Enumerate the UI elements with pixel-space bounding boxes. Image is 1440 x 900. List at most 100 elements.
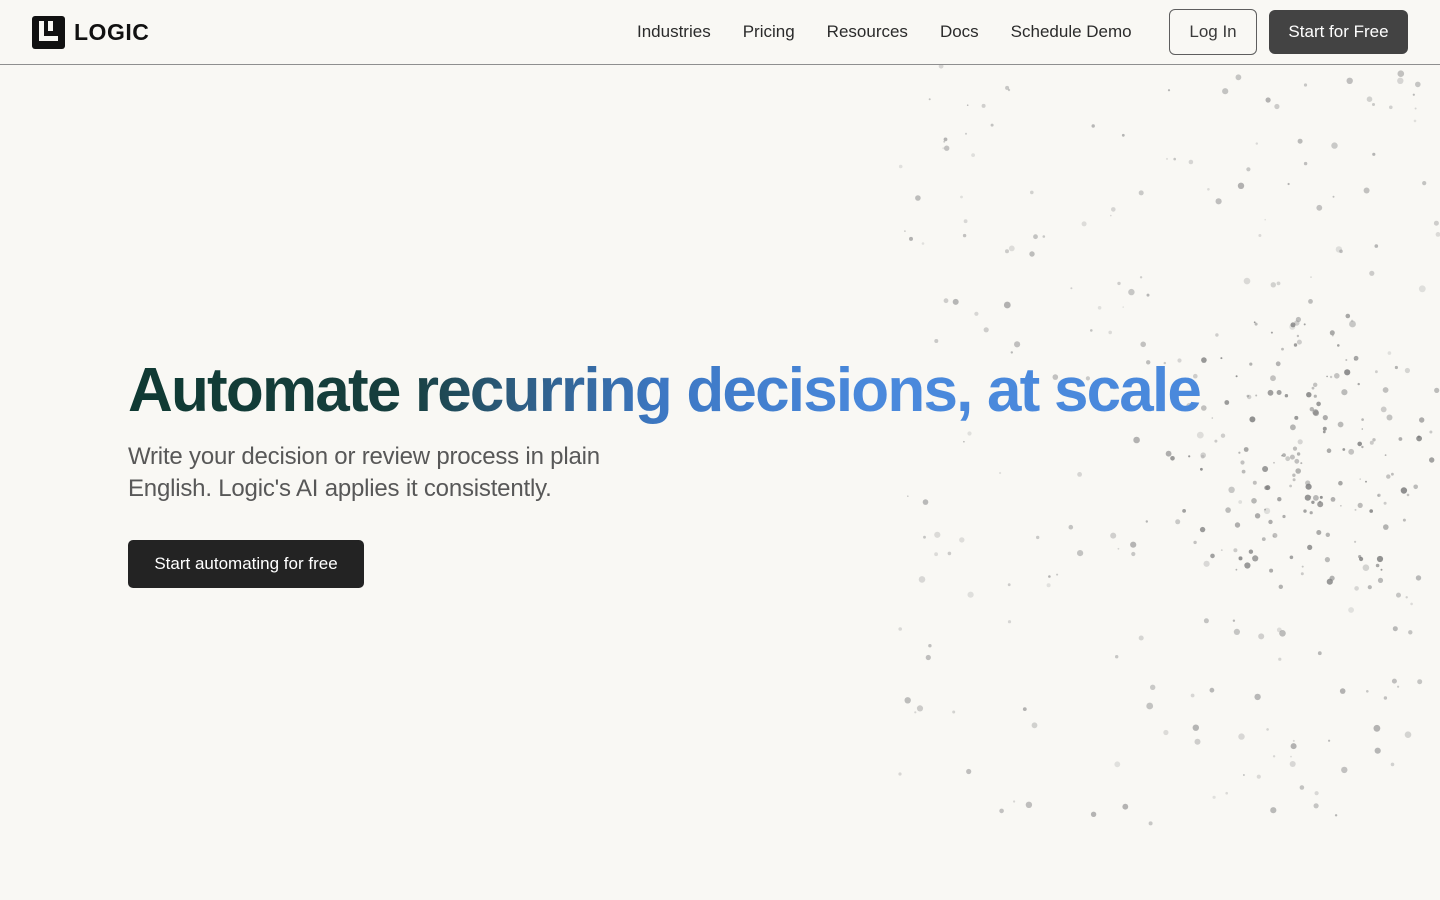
particle-dot bbox=[999, 808, 1004, 814]
particle-dot bbox=[1357, 382, 1360, 386]
particle-dot bbox=[1220, 433, 1226, 438]
particle-dot bbox=[1372, 438, 1376, 442]
start-automating-button[interactable]: Start automating for free bbox=[128, 540, 364, 588]
particle-dot bbox=[1354, 540, 1357, 543]
particle-dot bbox=[1232, 619, 1236, 622]
login-button[interactable]: Log In bbox=[1169, 9, 1257, 55]
start-for-free-button[interactable]: Start for Free bbox=[1269, 10, 1408, 54]
particle-dot bbox=[1111, 207, 1116, 212]
particle-dot bbox=[1340, 505, 1342, 507]
particle-dot bbox=[1345, 313, 1351, 319]
particle-dot bbox=[1173, 157, 1176, 161]
particle-dot bbox=[1294, 458, 1300, 464]
particle-dot bbox=[1212, 795, 1216, 799]
particle-dot bbox=[1392, 626, 1398, 632]
nav-link-pricing[interactable]: Pricing bbox=[727, 0, 811, 64]
particle-dot bbox=[1115, 655, 1119, 659]
particle-dot bbox=[1408, 630, 1413, 635]
particle-dot bbox=[1292, 473, 1296, 477]
hero-section: Automate recurring decisions, at scale W… bbox=[128, 355, 1202, 505]
particle-dot bbox=[1265, 97, 1271, 103]
particle-dot bbox=[1313, 394, 1317, 398]
particle-dot bbox=[1348, 607, 1354, 613]
particle-dot bbox=[1278, 657, 1282, 661]
particle-dot bbox=[1243, 774, 1245, 776]
nav-link-industries[interactable]: Industries bbox=[621, 0, 727, 64]
particle-dot bbox=[1299, 785, 1305, 790]
top-navigation-bar: LOGIC Industries Pricing Resources Docs … bbox=[0, 0, 1440, 65]
particle-dot bbox=[1326, 448, 1332, 454]
particle-dot bbox=[1031, 722, 1038, 729]
particle-dot bbox=[1138, 635, 1144, 641]
page: LOGIC Industries Pricing Resources Docs … bbox=[0, 0, 1440, 900]
particle-dot bbox=[1300, 572, 1304, 576]
particle-dot bbox=[1146, 293, 1150, 297]
particle-dot bbox=[1303, 509, 1307, 513]
particle-dot bbox=[1422, 181, 1427, 186]
particle-dot bbox=[1386, 474, 1391, 479]
particle-dot bbox=[1262, 466, 1269, 472]
particle-dot bbox=[1396, 592, 1401, 598]
particle-dot bbox=[1418, 285, 1426, 293]
particle-dot bbox=[1365, 480, 1367, 483]
particle-dot bbox=[1373, 724, 1381, 732]
particle-dot bbox=[1297, 439, 1303, 445]
particle-dot bbox=[1290, 755, 1292, 758]
nav-link-docs[interactable]: Docs bbox=[924, 0, 995, 64]
particle-dot bbox=[1339, 688, 1346, 694]
particle-dot bbox=[1290, 743, 1297, 750]
particle-dot bbox=[1398, 437, 1403, 441]
particle-dot bbox=[1243, 447, 1249, 452]
particle-dot bbox=[1397, 77, 1404, 84]
particle-dot bbox=[928, 98, 931, 101]
particle-dot bbox=[1344, 369, 1351, 376]
particle-dot bbox=[1406, 493, 1410, 497]
nav-link-resources[interactable]: Resources bbox=[811, 0, 924, 64]
particle-dot bbox=[1220, 357, 1223, 360]
particle-dot bbox=[1322, 430, 1326, 434]
particle-dot bbox=[1310, 276, 1312, 278]
particle-dot bbox=[1346, 77, 1353, 84]
hero-subtitle: Write your decision or review process in… bbox=[128, 443, 600, 502]
particle-dot bbox=[1326, 375, 1328, 378]
particle-dot bbox=[1361, 418, 1364, 421]
particle-dot bbox=[898, 627, 902, 631]
particle-dot bbox=[928, 644, 932, 648]
particle-dot bbox=[1295, 316, 1301, 323]
particle-dot bbox=[1289, 484, 1292, 488]
particle-dot bbox=[1225, 507, 1231, 513]
particle-dot bbox=[1148, 821, 1153, 826]
particle-dot bbox=[1108, 330, 1112, 335]
particle-dot bbox=[1300, 462, 1303, 465]
particle-dot bbox=[1266, 728, 1269, 731]
particle-dot bbox=[1337, 344, 1340, 347]
particle-dot bbox=[1220, 549, 1223, 551]
particle-dot bbox=[1241, 469, 1246, 474]
particle-dot bbox=[1270, 375, 1276, 382]
particle-dot bbox=[1377, 577, 1384, 584]
particle-dot bbox=[1325, 532, 1331, 537]
particle-dot bbox=[952, 710, 956, 714]
particle-dot bbox=[1359, 478, 1361, 480]
particle-dot bbox=[1130, 541, 1137, 548]
particle-dot bbox=[1377, 494, 1380, 497]
particle-dot bbox=[1397, 70, 1405, 77]
particle-dot bbox=[1150, 684, 1156, 690]
particle-dot bbox=[1228, 486, 1235, 493]
particle-dot bbox=[1301, 565, 1304, 568]
nav-link-schedule-demo[interactable]: Schedule Demo bbox=[995, 0, 1148, 64]
particle-dot bbox=[1268, 519, 1273, 525]
particle-dot bbox=[1199, 526, 1206, 533]
particle-dot bbox=[1313, 382, 1318, 387]
particle-dot bbox=[1335, 246, 1343, 253]
logo-link[interactable]: LOGIC bbox=[32, 16, 149, 49]
particle-dot bbox=[1383, 501, 1387, 505]
particle-dot bbox=[1289, 454, 1295, 460]
particle-dot bbox=[1380, 406, 1387, 413]
particle-dot bbox=[1256, 774, 1261, 779]
particle-dot bbox=[1254, 322, 1258, 326]
particle-dot bbox=[1252, 555, 1259, 562]
particle-dot bbox=[1414, 107, 1417, 110]
particle-dot bbox=[1140, 341, 1146, 348]
particle-dot bbox=[1246, 167, 1251, 172]
